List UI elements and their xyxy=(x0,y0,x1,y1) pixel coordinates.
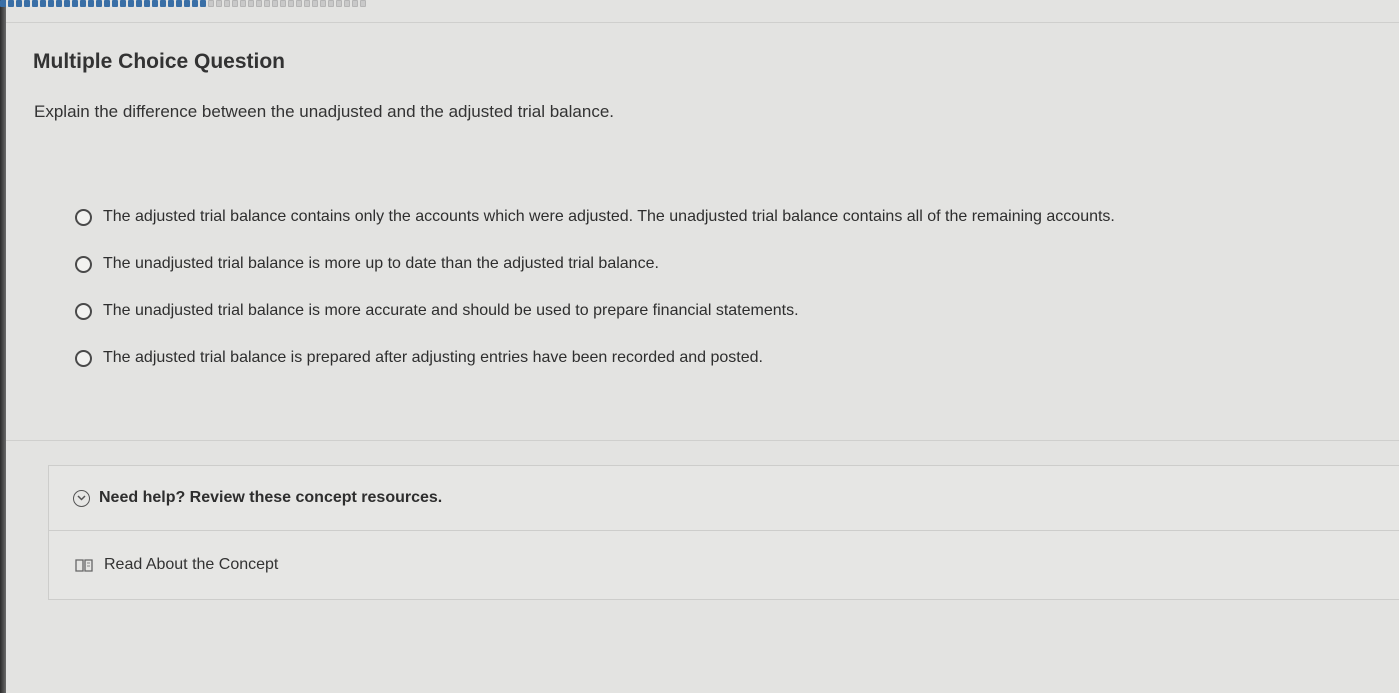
progress-segment-incomplete xyxy=(272,0,278,7)
progress-segment-complete xyxy=(16,0,22,7)
radio-button[interactable] xyxy=(75,208,92,226)
progress-segment-complete xyxy=(56,0,62,7)
need-help-label: Need help? Review these concept resource… xyxy=(99,489,443,506)
radio-button[interactable] xyxy=(75,255,92,273)
question-prompt: Explain the difference between the unadj… xyxy=(34,102,614,121)
progress-segment-complete xyxy=(0,0,6,7)
answer-option-4[interactable]: The adjusted trial balance is prepared a… xyxy=(75,346,1115,370)
question-type-heading: Multiple Choice Question xyxy=(33,50,286,73)
progress-segment-incomplete xyxy=(320,0,326,7)
progress-segment-complete xyxy=(112,0,118,7)
progress-segment-incomplete xyxy=(264,0,270,7)
progress-segment-complete xyxy=(8,0,14,7)
progress-segment-complete xyxy=(72,0,78,7)
progress-segment-complete xyxy=(120,0,126,7)
progress-segment-complete xyxy=(40,0,46,7)
progress-segment-incomplete xyxy=(248,0,254,7)
radio-button[interactable] xyxy=(75,302,92,320)
progress-bar xyxy=(0,0,1120,7)
answer-option-3[interactable]: The unadjusted trial balance is more acc… xyxy=(75,299,1115,323)
progress-segment-complete xyxy=(160,0,166,7)
answer-option-label: The adjusted trial balance is prepared a… xyxy=(103,349,763,366)
section-divider xyxy=(6,440,1399,441)
progress-segment-incomplete xyxy=(296,0,302,7)
read-about-concept-label: Read About the Concept xyxy=(104,556,279,573)
chevron-down-circle-icon xyxy=(73,489,90,507)
answer-option-1[interactable]: The adjusted trial balance contains only… xyxy=(75,205,1115,229)
progress-segment-incomplete xyxy=(232,0,238,7)
progress-segment-incomplete xyxy=(336,0,342,7)
progress-segment-complete xyxy=(184,0,190,7)
progress-segment-complete xyxy=(80,0,86,7)
progress-segment-complete xyxy=(96,0,102,7)
top-divider xyxy=(6,22,1399,23)
progress-segment-incomplete xyxy=(240,0,246,7)
progress-segment-complete xyxy=(104,0,110,7)
answer-option-label: The unadjusted trial balance is more acc… xyxy=(103,302,799,319)
read-about-concept-link[interactable]: Read About the Concept xyxy=(49,531,1399,599)
progress-segment-complete xyxy=(48,0,54,7)
progress-segment-complete xyxy=(32,0,38,7)
progress-segment-incomplete xyxy=(208,0,214,7)
book-icon xyxy=(74,557,94,573)
radio-button[interactable] xyxy=(75,349,92,367)
progress-segment-complete xyxy=(88,0,94,7)
concept-resources-panel: Need help? Review these concept resource… xyxy=(48,465,1399,600)
progress-segment-complete xyxy=(64,0,70,7)
progress-segment-complete xyxy=(176,0,182,7)
progress-segment-incomplete xyxy=(352,0,358,7)
progress-segment-incomplete xyxy=(216,0,222,7)
left-edge xyxy=(0,0,6,693)
progress-segment-complete xyxy=(168,0,174,7)
progress-segment-incomplete xyxy=(312,0,318,7)
progress-segment-complete xyxy=(200,0,206,7)
progress-segment-incomplete xyxy=(256,0,262,7)
progress-segment-incomplete xyxy=(224,0,230,7)
progress-segment-complete xyxy=(152,0,158,7)
progress-segment-incomplete xyxy=(304,0,310,7)
progress-segment-complete xyxy=(192,0,198,7)
answer-option-label: The unadjusted trial balance is more up … xyxy=(103,255,659,272)
answer-option-label: The adjusted trial balance contains only… xyxy=(103,208,1115,225)
progress-segment-incomplete xyxy=(328,0,334,7)
progress-segment-incomplete xyxy=(344,0,350,7)
progress-segment-incomplete xyxy=(288,0,294,7)
answer-option-2[interactable]: The unadjusted trial balance is more up … xyxy=(75,252,1115,276)
progress-segment-complete xyxy=(136,0,142,7)
answer-options: The adjusted trial balance contains only… xyxy=(75,205,1115,393)
progress-segment-incomplete xyxy=(280,0,286,7)
progress-segment-complete xyxy=(144,0,150,7)
progress-segment-incomplete xyxy=(360,0,366,7)
need-help-toggle[interactable]: Need help? Review these concept resource… xyxy=(49,466,1399,531)
progress-segment-complete xyxy=(128,0,134,7)
progress-segment-complete xyxy=(24,0,30,7)
